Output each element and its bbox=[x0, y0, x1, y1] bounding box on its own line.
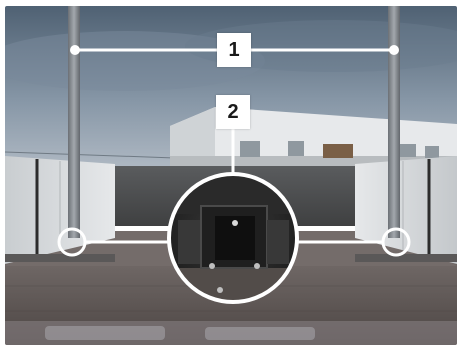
callout-1-label: 1 bbox=[217, 33, 251, 67]
left-post bbox=[68, 6, 80, 238]
callout-1-anchor-left bbox=[70, 45, 80, 55]
foreground-blur bbox=[205, 327, 315, 340]
foreground-blur bbox=[45, 326, 165, 340]
callout-2-label: 2 bbox=[216, 95, 250, 129]
right-post bbox=[388, 6, 400, 238]
callout-1-anchor-right bbox=[389, 45, 399, 55]
photo-frame: 1 2 bbox=[5, 6, 457, 345]
